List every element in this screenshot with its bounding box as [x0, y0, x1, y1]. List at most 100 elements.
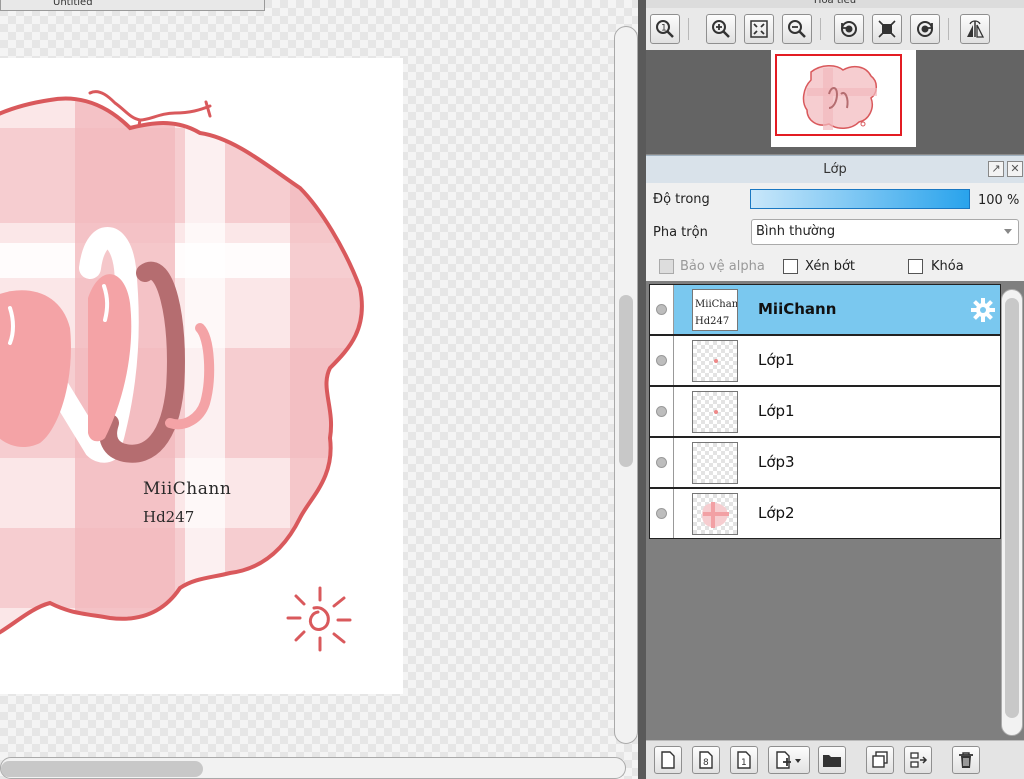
- canvas-horizontal-scrollbar[interactable]: [0, 757, 626, 779]
- layer-list-scrollbar[interactable]: [1001, 289, 1023, 736]
- new-8bit-layer-button[interactable]: 8: [692, 746, 720, 774]
- new-color-layer-button[interactable]: [654, 746, 682, 774]
- lock-checkbox[interactable]: [908, 259, 923, 274]
- layer-row[interactable]: Lớp1: [649, 335, 1001, 386]
- layer-name: Lớp3: [758, 453, 795, 471]
- svg-text:MiiChann: MiiChann: [695, 299, 738, 310]
- text-layer-thumbnail: MiiChann Hd247: [695, 299, 738, 327]
- eye-icon: [656, 406, 667, 417]
- new-layer-icon: [661, 751, 675, 769]
- canvas-area[interactable]: Untitled MiiChann Hd247: [0, 0, 638, 779]
- flip-horizontal-icon: [967, 20, 985, 38]
- popout-button[interactable]: ↗: [988, 161, 1004, 177]
- blend-mode-label: Pha trộn: [653, 225, 708, 240]
- layer-thumbnail: [692, 442, 738, 484]
- trash-icon: [959, 752, 973, 768]
- layer-list-scroll-thumb[interactable]: [1005, 298, 1019, 718]
- eye-icon: [656, 457, 667, 468]
- sun-icon: [286, 586, 352, 652]
- clipping-checkbox[interactable]: [783, 259, 798, 274]
- layer-thumbnail: [692, 391, 738, 433]
- logo-line1: MiiChann: [143, 479, 231, 499]
- gear-icon[interactable]: [970, 297, 996, 323]
- layer-row[interactable]: Lớp3: [649, 437, 1001, 488]
- fit-canvas-icon: [878, 20, 896, 38]
- layer-name: Lớp2: [758, 504, 795, 522]
- merge-down-icon: [910, 752, 928, 768]
- visibility-toggle[interactable]: [650, 285, 674, 334]
- panel-divider[interactable]: [638, 0, 646, 779]
- layer-toolbar: 8 1: [646, 740, 1024, 779]
- layer-name: Lớp1: [758, 402, 795, 420]
- zoom-out-button[interactable]: [782, 14, 812, 44]
- layer-row[interactable]: Lớp1: [649, 386, 1001, 437]
- fit-canvas-button[interactable]: [872, 14, 902, 44]
- opacity-slider[interactable]: [750, 189, 970, 209]
- visibility-toggle[interactable]: [650, 438, 674, 487]
- layer-thumbnail: MiiChann Hd247: [692, 289, 738, 331]
- visibility-toggle[interactable]: [650, 489, 674, 538]
- new-1bit-layer-button[interactable]: 1: [730, 746, 758, 774]
- eye-icon: [656, 508, 667, 519]
- document-tab[interactable]: Untitled: [0, 0, 265, 11]
- layer-thumbnail: [692, 493, 738, 535]
- fit-screen-button[interactable]: [744, 14, 774, 44]
- artwork: MiiChann Hd247: [0, 90, 364, 652]
- layer-panel-title: Lớp: [823, 162, 847, 177]
- eye-icon: [656, 304, 667, 315]
- navigator-view-frame[interactable]: [775, 54, 902, 136]
- merge-down-button[interactable]: [904, 746, 932, 774]
- add-special-layer-button[interactable]: [768, 746, 810, 774]
- opacity-value: 100 %: [978, 193, 1020, 208]
- navigator-toolbar: 1: [646, 8, 1024, 50]
- layer-name: MiiChann: [758, 300, 837, 318]
- zoom-reset-button[interactable]: 1: [650, 14, 680, 44]
- zoom-reset-icon: 1: [656, 20, 674, 38]
- eye-icon: [656, 355, 667, 366]
- layer-list[interactable]: MiiChann Hd247 MiiChann: [646, 281, 1024, 740]
- canvas-vertical-scroll-thumb[interactable]: [619, 295, 633, 467]
- canvas-horizontal-scroll-thumb[interactable]: [1, 761, 203, 777]
- duplicate-layer-button[interactable]: [866, 746, 894, 774]
- layer-thumbnail: [692, 340, 738, 382]
- protect-alpha-label: Bảo vệ alpha: [680, 259, 765, 274]
- popout-icon: ↗: [991, 162, 1001, 175]
- right-panel: Hoa tiêu 1 Lớp ↗ ✕ Độ trong 100 % Pha tr…: [638, 0, 1024, 779]
- zoom-in-icon: [712, 20, 730, 38]
- delete-layer-button[interactable]: [952, 746, 980, 774]
- dot-layer-thumbnail: [714, 410, 718, 414]
- add-layer-dropdown-icon: [776, 751, 801, 769]
- svg-text:1: 1: [661, 24, 667, 34]
- chevron-down-icon: [1004, 229, 1012, 234]
- zoom-in-button[interactable]: [706, 14, 736, 44]
- fit-screen-icon: [750, 20, 768, 38]
- clipping-label: Xén bớt: [805, 259, 855, 274]
- rotate-right-button[interactable]: [910, 14, 940, 44]
- navigator-preview[interactable]: [646, 50, 1024, 154]
- 8bit-layer-icon: 8: [699, 751, 713, 769]
- svg-text:1: 1: [741, 758, 747, 768]
- flip-horizontal-button[interactable]: [960, 14, 990, 44]
- dot-layer-thumbnail: [714, 359, 718, 363]
- duplicate-icon: [872, 751, 888, 768]
- layer-row[interactable]: MiiChann Hd247 MiiChann: [649, 284, 1001, 335]
- visibility-toggle[interactable]: [650, 336, 674, 385]
- close-panel-button[interactable]: ✕: [1007, 161, 1023, 177]
- new-folder-button[interactable]: [818, 746, 846, 774]
- rotate-right-icon: [917, 21, 933, 37]
- protect-alpha-checkbox[interactable]: [659, 259, 674, 274]
- rotate-left-button[interactable]: [834, 14, 864, 44]
- visibility-toggle[interactable]: [650, 387, 674, 436]
- artboard[interactable]: MiiChann Hd247: [0, 58, 403, 694]
- navigator-thumbnail[interactable]: [771, 50, 916, 147]
- layer-properties: Độ trong 100 % Pha trộn Bình thường Bảo …: [646, 183, 1024, 281]
- svg-text:Hd247: Hd247: [695, 316, 729, 327]
- layer-panel-header: Lớp ↗ ✕: [646, 155, 1024, 183]
- canvas-vertical-scrollbar[interactable]: [614, 26, 638, 744]
- rotate-left-icon: [841, 21, 857, 37]
- blend-mode-select[interactable]: Bình thường: [751, 219, 1019, 245]
- plaid-layer-thumbnail: [702, 502, 729, 528]
- layer-row[interactable]: Lớp2: [649, 488, 1001, 539]
- logo-line2: Hd247: [143, 508, 194, 526]
- navigator-title: Hoa tiêu: [646, 0, 1024, 8]
